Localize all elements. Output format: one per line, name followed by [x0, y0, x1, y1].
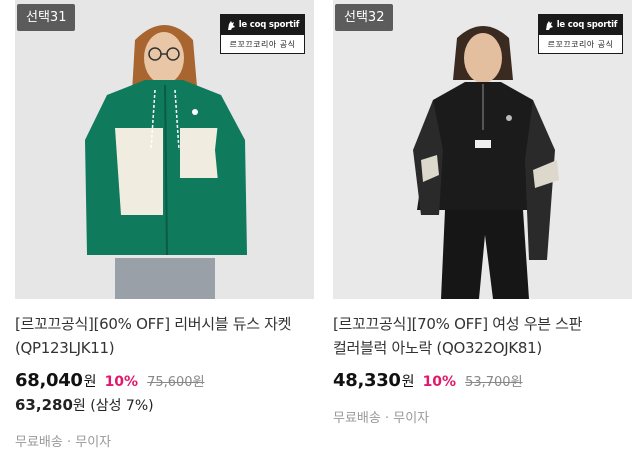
sale-price: 68,040 [15, 370, 83, 391]
price-row: 48,330 원 10% 53,700원 [333, 370, 633, 391]
selection-badge: 선택32 [335, 4, 394, 31]
brand-logo: le coq sportif 르꼬끄코리아 공식 [220, 14, 305, 54]
brand-logo-text: le coq sportif [238, 20, 300, 30]
brand-logo: le coq sportif 르꼬끄코리아 공식 [538, 14, 623, 54]
original-price: 53,700원 [465, 375, 523, 390]
product-card[interactable]: 선택32 le coq sportif 르꼬끄코리아 공식 [르꼬끄공식][70… [333, 0, 633, 454]
shipping-tags: 무료배송 · 무이자 [333, 411, 430, 426]
brand-logo-sub: 르꼬끄코리아 공식 [547, 39, 614, 49]
card-discount-price: 63,280원 (삼성 7%) [15, 395, 315, 415]
product-title[interactable]: [르꼬끄공식][70% OFF] 여성 우븐 스판 컬러블럭 아노락 (QO32… [333, 312, 633, 360]
currency: 원 [83, 374, 97, 390]
rooster-icon [227, 20, 235, 30]
brand-logo-text: le coq sportif [556, 20, 618, 30]
product-image[interactable]: 선택31 le coq sportif 르꼬끄코리아 공식 [15, 0, 314, 299]
original-price: 75,600원 [147, 375, 205, 390]
price-row: 68,040 원 10% 75,600원 [15, 370, 315, 391]
currency: 원 [401, 374, 415, 390]
sale-price: 48,330 [333, 370, 401, 391]
product-image[interactable]: 선택32 le coq sportif 르꼬끄코리아 공식 [333, 0, 632, 299]
brand-logo-sub: 르꼬끄코리아 공식 [229, 39, 296, 49]
product-title[interactable]: [르꼬끄공식][60% OFF] 리버시블 듀스 자켓(QP123LJK11) [15, 312, 315, 360]
rooster-icon [545, 20, 553, 30]
selection-badge: 선택31 [17, 4, 76, 31]
shipping-tags: 무료배송 · 무이자 [15, 435, 112, 450]
card-price-note: (삼성 7%) [90, 398, 154, 414]
card-price-currency: 원 [72, 398, 86, 414]
card-price: 63,280 [15, 396, 73, 414]
discount-rate: 10% [422, 374, 457, 390]
discount-rate: 10% [104, 374, 139, 390]
product-card[interactable]: 선택31 le coq sportif 르꼬끄코리아 공식 [르꼬끄공식][60… [15, 0, 315, 454]
